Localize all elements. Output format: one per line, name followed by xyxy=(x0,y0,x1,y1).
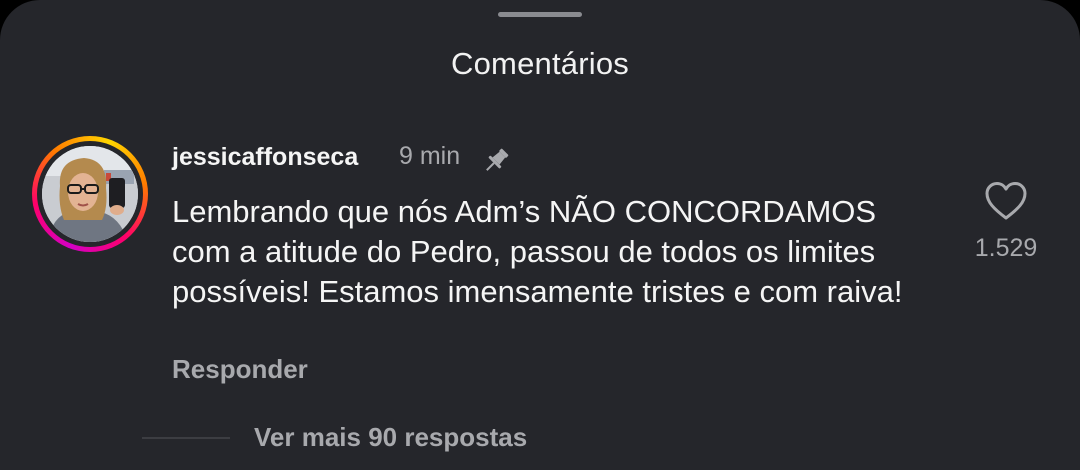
like-count: 1.529 xyxy=(974,234,1038,262)
comment-timestamp: 9 min xyxy=(399,142,461,170)
comments-sheet: Comentários jessicaffonseca 9 min Lembra… xyxy=(0,0,1080,470)
heart-outline-icon[interactable] xyxy=(984,180,1028,222)
sheet-title: Comentários xyxy=(451,46,629,81)
view-more-replies-button[interactable]: Ver mais 90 respostas xyxy=(254,422,527,453)
drag-handle[interactable] xyxy=(498,12,582,17)
replies-divider-line xyxy=(142,437,230,439)
avatar-story-ring[interactable] xyxy=(32,136,148,252)
avatar-photo xyxy=(42,146,138,242)
reply-button[interactable]: Responder xyxy=(172,354,308,385)
comment-text: Lembrando que nós Adm’s NÃO CONCORDAMOS … xyxy=(172,194,903,309)
comment-username[interactable]: jessicaffonseca xyxy=(172,143,358,172)
pin-icon xyxy=(486,148,509,171)
avatar[interactable] xyxy=(42,146,138,242)
